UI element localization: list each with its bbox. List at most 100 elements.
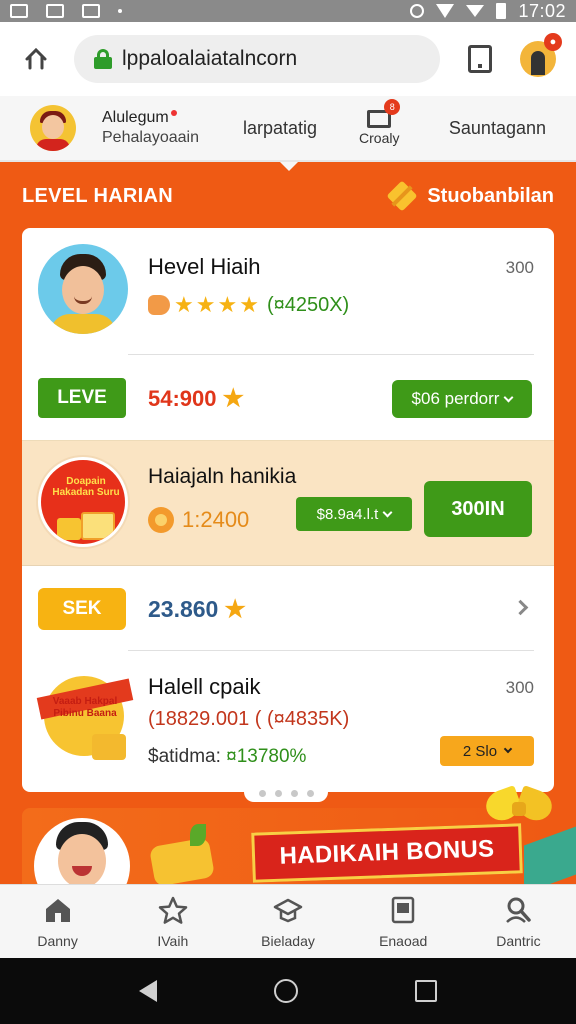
back-icon[interactable] [138, 980, 157, 1002]
level-header-link-label: Stuobanbilan [427, 184, 554, 207]
pager-dot[interactable] [274, 789, 282, 797]
leaf-illustration [190, 824, 206, 846]
recent-apps-icon[interactable] [415, 980, 438, 1002]
user-name: Alulegum [102, 109, 177, 127]
screenshot-icon [10, 4, 28, 18]
more-notifications-icon [118, 9, 122, 13]
tab-label: Dantric [496, 932, 541, 949]
pager-dot[interactable] [258, 789, 266, 797]
nav-cart[interactable]: 8 Croaly [359, 99, 401, 146]
offer-subtitle: (18829.001 ( (¤4835K) [148, 708, 350, 730]
offer-title: Halell cpaik [148, 674, 261, 699]
battery-icon [496, 3, 507, 19]
sync-icon [410, 4, 425, 18]
promo-amount: 1:2400 [148, 507, 249, 533]
chevron-down-icon [503, 392, 514, 402]
tab-documents[interactable]: Enaoad [346, 885, 461, 958]
home-circle-icon[interactable] [273, 979, 298, 1003]
star-icon: ★ [222, 385, 245, 412]
sek-value-text: 23.860 [148, 596, 219, 622]
cart-label: Croaly [359, 130, 400, 146]
star-icon: ★ [174, 292, 194, 317]
bonus-banner[interactable]: HADIKAIH BONUS [22, 808, 554, 884]
pager-dot[interactable] [306, 789, 314, 797]
chevron-down-icon [503, 744, 513, 754]
tab-label: Enaoad [379, 932, 428, 949]
user-avatar[interactable] [30, 105, 76, 151]
home-button[interactable] [16, 39, 56, 79]
coins-illustration [148, 837, 216, 884]
chevron-right-icon[interactable] [512, 599, 529, 616]
offer-line-label: $atidma: [148, 746, 221, 767]
home-outline-icon [25, 47, 47, 70]
level-header: LEVEL HARIAN Stuobanbilan [22, 178, 554, 214]
offer-line-value: ¤13780% [226, 746, 307, 767]
period-dropdown-label: $06 perdorr [411, 389, 500, 408]
nav-indicator [280, 162, 298, 171]
wifi-icon [436, 4, 455, 18]
graduation-icon [273, 898, 303, 922]
level-value: 54:900 ★ [148, 384, 244, 413]
tab-search[interactable]: Dantric [461, 885, 576, 958]
profile-name: Hevel Hiaih [148, 254, 261, 279]
promo-action-button[interactable]: 300IN [424, 481, 532, 537]
sale-badge-text: Vaaab Hakpal Pibinu Baana [52, 696, 118, 719]
promo-dropdown-label: $8.9a4.l.t [316, 505, 379, 523]
chevron-down-icon [382, 507, 393, 517]
bonus-label: HADIKAIH BONUS [251, 823, 523, 883]
promo-row: Doapain Hakadan Suru Haiajaln hanikia 1:… [22, 440, 554, 566]
nav-link-right[interactable]: Sauntagann [449, 118, 546, 139]
tab-learning[interactable]: Bieladay [230, 885, 345, 958]
level-card: Hevel Hiaih 300 ★ ★ ★ ★ (¤4250X) LEVE 54… [22, 228, 554, 792]
cart-badge: 8 [384, 99, 401, 115]
level-button[interactable]: LEVE [38, 378, 126, 418]
tabs-button[interactable] [468, 45, 492, 73]
coin-icon [148, 507, 174, 533]
tab-favorites[interactable]: IVaih [115, 885, 230, 958]
gift-box-icon [92, 734, 126, 760]
sek-button[interactable]: SEK [38, 588, 126, 630]
home-icon [45, 898, 70, 922]
address-bar[interactable]: lppaloalaiatalncorn [74, 35, 440, 83]
tab-home[interactable]: Danny [0, 885, 115, 958]
tab-label: IVaih [157, 932, 189, 949]
period-dropdown[interactable]: $06 perdorr [392, 380, 532, 418]
promo-dropdown[interactable]: $8.9a4.l.t [296, 497, 412, 531]
profile-avatar[interactable] [38, 244, 128, 334]
gift-icon [386, 180, 418, 212]
search-person-icon [506, 897, 532, 923]
clock: 17:02 [518, 0, 566, 21]
carousel-pager[interactable] [244, 784, 328, 802]
tab-label: Danny [37, 932, 78, 949]
cart-icon: 8 [367, 99, 401, 128]
level-value-text: 54:900 [148, 385, 217, 411]
offer-dropdown[interactable]: 2 Slo [440, 736, 534, 766]
profile-button[interactable]: ● [520, 33, 562, 77]
gift-box-icon [57, 518, 81, 540]
offer-side-number: 300 [505, 678, 534, 697]
document-icon [391, 896, 415, 923]
star-icon: ★ [195, 292, 216, 317]
profile-icon [531, 51, 545, 75]
sale-badge: Vaaab Hakpal Pibinu Baana [36, 672, 134, 766]
user-subtitle: Pehalayoaain [102, 129, 199, 146]
level-header-link[interactable]: Stuobanbilan [386, 180, 554, 212]
user-info[interactable]: Alulegum Pehalayoaain [102, 109, 199, 147]
promo-badge: Doapain Hakadan Suru [38, 457, 128, 547]
status-bar: 17:02 [0, 0, 576, 22]
profile-rating: ★ ★ ★ ★ (¤4250X) [148, 292, 349, 318]
nav-link-middle[interactable]: larpatatig [243, 118, 317, 139]
banner-person-illustration [34, 818, 130, 884]
divider [128, 650, 534, 651]
pager-dot[interactable] [290, 789, 298, 797]
lock-icon [94, 49, 112, 69]
system-navigation-bar [0, 958, 576, 1024]
notification-badge: ● [544, 33, 562, 51]
level-title: LEVEL HARIAN [22, 184, 174, 207]
star-icon: ★ [224, 596, 246, 623]
profile-side-number: 300 [505, 258, 534, 277]
url-text: lppaloalaiatalncorn [122, 47, 298, 70]
gamepad-icon [82, 4, 100, 18]
online-dot [170, 110, 177, 116]
browser-toolbar: lppaloalaiatalncorn ● [0, 22, 576, 96]
